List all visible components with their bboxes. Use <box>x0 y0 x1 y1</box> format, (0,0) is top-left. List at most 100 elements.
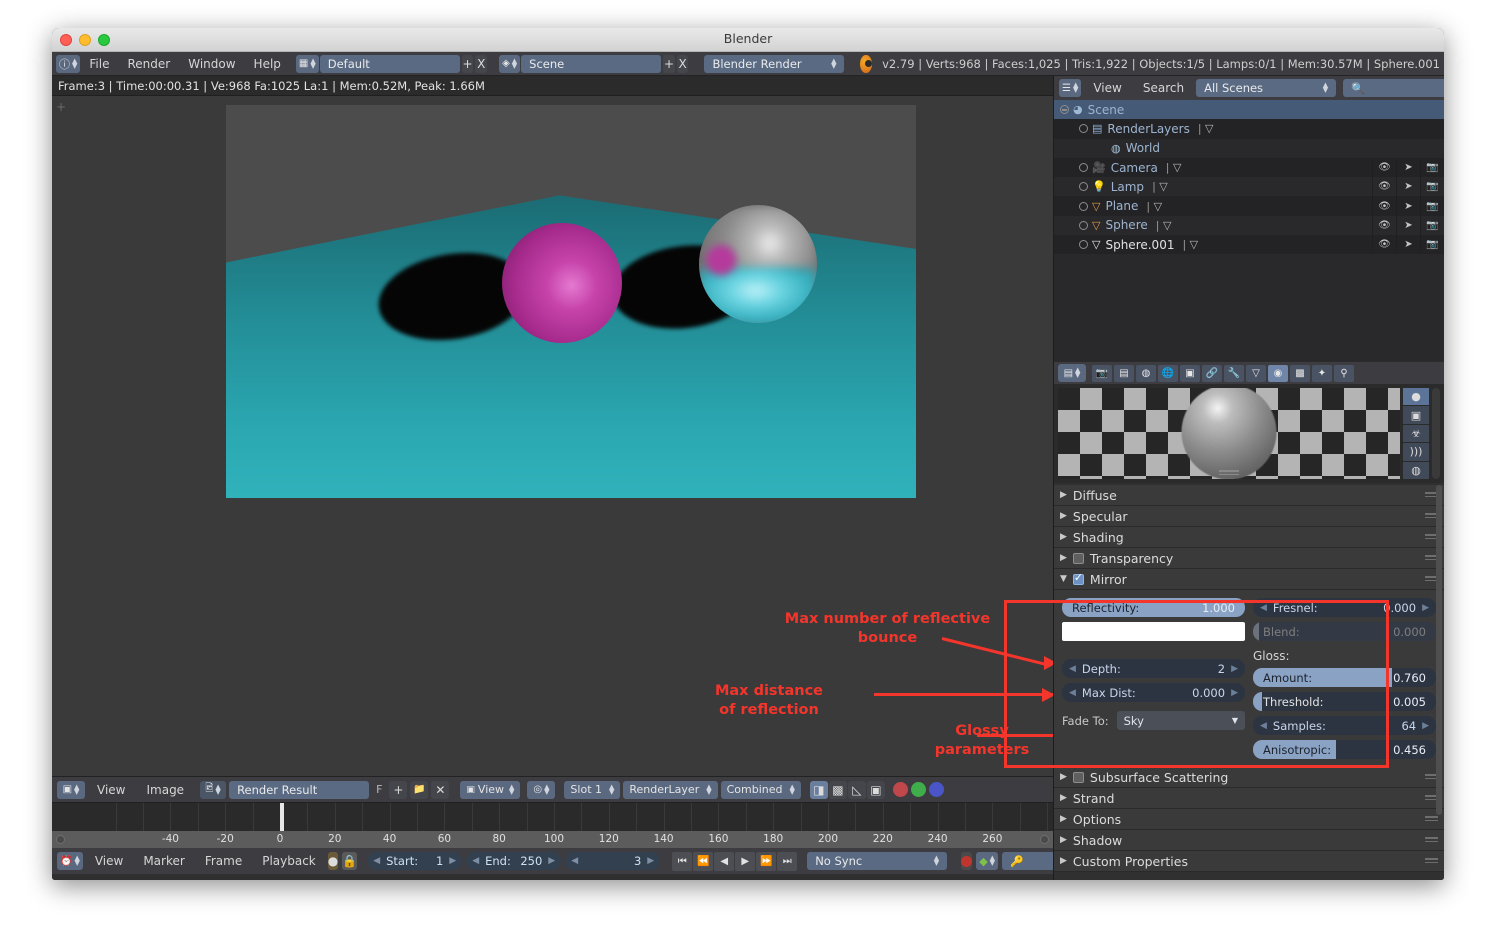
properties-tab-modifier-icon[interactable]: 🔧 <box>1224 364 1244 382</box>
panel-header-options[interactable]: ▶ Options <box>1054 809 1444 830</box>
scene-browse-icon[interactable]: ◈ ▲ ▼ <box>499 54 521 73</box>
panel-header-custom-properties[interactable]: ▶ Custom Properties <box>1054 851 1444 872</box>
expand-toggle-icon[interactable] <box>1079 201 1088 211</box>
timeline-menu-view[interactable]: View <box>87 854 131 868</box>
timeline-menu-frame[interactable]: Frame <box>197 854 250 868</box>
cursor-arrow-icon[interactable]: ➤ <box>1396 177 1420 197</box>
render-slot-select[interactable]: Slot 1 ▲ ▼ <box>564 780 621 799</box>
properties-tab-constraints-icon[interactable]: 🔗 <box>1202 364 1222 382</box>
camera-render-icon[interactable]: 📷 <box>1420 235 1444 255</box>
cursor-arrow-icon[interactable]: ➤ <box>1396 215 1420 236</box>
outliner-row-lamp[interactable]: 💡 Lamp | ▽ 👁 ➤ 📷 <box>1054 177 1444 197</box>
end-frame-field[interactable]: ◀ End: 250 ▶ <box>466 852 562 870</box>
image-view-menu[interactable]: ▣ View ▲ ▼ <box>460 780 521 799</box>
display-color-alpha-icon[interactable]: ◨ <box>809 780 828 799</box>
ruler-handle-right[interactable] <box>1040 835 1049 844</box>
properties-tab-render-icon[interactable]: 📷 <box>1092 364 1112 382</box>
timeline-menu-marker[interactable]: Marker <box>135 854 192 868</box>
panel-header-subsurface-scattering[interactable]: ▶ Subsurface Scattering <box>1054 767 1444 788</box>
menu-file[interactable]: File <box>80 55 118 73</box>
channel-red-icon[interactable] <box>892 782 908 797</box>
renderlayer-icon[interactable]: | ▽ <box>1198 122 1214 135</box>
panel-header-specular[interactable]: ▶ Specular <box>1054 506 1444 527</box>
screen-layout-field[interactable]: Default <box>319 54 460 73</box>
panel-header-mirror[interactable]: ▼ Mirror <box>1054 569 1444 590</box>
triangle-right-icon[interactable]: ▶ <box>1060 835 1067 845</box>
mirror-color-swatch[interactable] <box>1062 622 1245 641</box>
properties-tab-strip[interactable]: ▤ ▲ ▼ 📷 ▤ ◍ 🌐 ▣ 🔗 🔧 ▽ ◉ ▩ ✦ ⚲ <box>1054 362 1444 384</box>
properties-tab-scene-icon[interactable]: ◍ <box>1136 364 1156 382</box>
panel-drag-grip[interactable] <box>1425 816 1438 823</box>
image-pivot-icon[interactable]: ◎ ▲ ▼ <box>527 780 556 799</box>
expand-toggle-icon[interactable] <box>1079 182 1088 192</box>
timeline-menu-playback[interactable]: Playback <box>254 854 324 868</box>
display-alpha-icon[interactable]: ▩ <box>828 780 847 799</box>
preview-sphere-sky-icon[interactable]: ◍ <box>1403 461 1429 480</box>
record-icon[interactable] <box>961 852 973 870</box>
properties-tab-render-layers-icon[interactable]: ▤ <box>1114 364 1134 382</box>
jump-to-start-icon[interactable]: ⏮ <box>672 851 693 871</box>
panel-header-transparency[interactable]: ▶ Transparency <box>1054 548 1444 569</box>
triangle-right-icon[interactable]: ▶ <box>1060 532 1067 542</box>
depth-stepper[interactable]: ◀ Depth: 2 ▶ <box>1062 659 1245 678</box>
properties-tab-texture-icon[interactable]: ▩ <box>1290 364 1310 382</box>
camera-data-icon[interactable]: | ▽ <box>1166 161 1182 174</box>
preview-scrollbar[interactable] <box>1432 388 1440 479</box>
expand-toggle-icon[interactable] <box>1079 124 1088 134</box>
properties-tab-world-icon[interactable]: 🌐 <box>1158 364 1178 382</box>
triangle-right-icon[interactable]: ▶ <box>1060 511 1067 521</box>
panel-checkbox[interactable] <box>1072 771 1084 783</box>
preview-hair-icon[interactable]: ))) <box>1403 443 1429 461</box>
outliner-row-sphere-001[interactable]: ▽ Sphere.001 | ▽ 👁 ➤ 📷 <box>1054 235 1444 255</box>
menu-render[interactable]: Render <box>118 55 179 73</box>
eye-icon[interactable]: 👁 <box>1372 215 1396 236</box>
new-screen-button[interactable]: + <box>461 54 474 73</box>
render-pass-select[interactable]: Combined ▲ ▼ <box>720 780 801 799</box>
triangle-right-icon[interactable]: ▶ <box>1060 490 1067 500</box>
outliner-search-input[interactable]: 🔍 <box>1343 79 1444 97</box>
properties-scrollbar[interactable] <box>1436 485 1442 815</box>
panel-header-shading[interactable]: ▶ Shading <box>1054 527 1444 548</box>
image-menu-image[interactable]: Image <box>137 781 193 799</box>
editor-type-info-icon[interactable]: ⓘ ▲ ▼ <box>56 54 81 73</box>
eye-icon[interactable]: 👁 <box>1372 157 1396 178</box>
lock-icon[interactable]: 🔒 <box>342 852 358 870</box>
properties-tab-object-icon[interactable]: ▣ <box>1180 364 1200 382</box>
fresnel-stepper[interactable]: ◀ Fresnel: 0.000 ▶ <box>1253 598 1436 617</box>
gloss-samples-stepper[interactable]: ◀ Samples: 64 ▶ <box>1253 716 1436 735</box>
triangle-right-icon[interactable]: ▶ <box>1060 793 1067 803</box>
outliner-row-plane[interactable]: ▽ Plane | ▽ 👁 ➤ 📷 <box>1054 196 1444 216</box>
scene-field[interactable]: Scene <box>521 54 662 73</box>
delete-scene-button[interactable]: X <box>676 54 689 73</box>
ruler-handle-left[interactable] <box>56 835 65 844</box>
display-render-icon[interactable]: ▣ <box>866 780 885 799</box>
max-dist-stepper[interactable]: ◀ Max Dist: 0.000 ▶ <box>1062 683 1245 702</box>
mesh-data-icon[interactable]: | ▽ <box>1146 200 1162 213</box>
next-keyframe-icon[interactable]: ⏩ <box>756 851 777 871</box>
image-menu-view[interactable]: View <box>88 781 134 799</box>
channel-green-icon[interactable] <box>910 782 926 797</box>
camera-render-icon[interactable]: 📷 <box>1420 196 1444 216</box>
triangle-right-icon[interactable]: ▶ <box>1060 814 1067 824</box>
editor-type-properties-icon[interactable]: ▤ ▲ ▼ <box>1058 364 1086 382</box>
panel-header-strand[interactable]: ▶ Strand <box>1054 788 1444 809</box>
keyframe-type-select[interactable]: ◆ ▲ ▼ <box>976 852 999 870</box>
previous-keyframe-icon[interactable]: ⏪ <box>693 851 714 871</box>
outliner-row-camera[interactable]: 🎥 Camera | ▽ 👁 ➤ 📷 <box>1054 157 1444 178</box>
panel-header-shadow[interactable]: ▶ Shadow <box>1054 830 1444 851</box>
delete-screen-button[interactable]: X <box>475 54 488 73</box>
jump-to-end-icon[interactable]: ⏭ <box>777 851 798 871</box>
expand-toggle-icon[interactable] <box>1060 105 1069 115</box>
channel-blue-icon[interactable] <box>928 782 944 797</box>
properties-tab-physics-icon[interactable]: ⚲ <box>1334 364 1354 382</box>
mesh-data-icon[interactable]: | ▽ <box>1156 219 1172 232</box>
eye-icon[interactable]: 👁 <box>1372 177 1396 197</box>
camera-render-icon[interactable]: 📷 <box>1420 215 1444 236</box>
preview-sphere-icon[interactable]: ● <box>1403 388 1429 406</box>
image-datablock-field[interactable]: Render Result <box>229 780 370 799</box>
outliner-tree[interactable]: ◕ Scene ▤ RenderLayers | ▽ ◍ World 🎥 Camera | ▽ 👁 ➤… <box>1054 100 1444 255</box>
start-frame-field[interactable]: ◀ Start: 1 ▶ <box>367 852 463 870</box>
display-zdepth-icon[interactable]: ◺ <box>847 780 866 799</box>
outliner-row-scene[interactable]: ◕ Scene <box>1054 100 1444 120</box>
panel-drag-grip[interactable] <box>1425 858 1438 865</box>
